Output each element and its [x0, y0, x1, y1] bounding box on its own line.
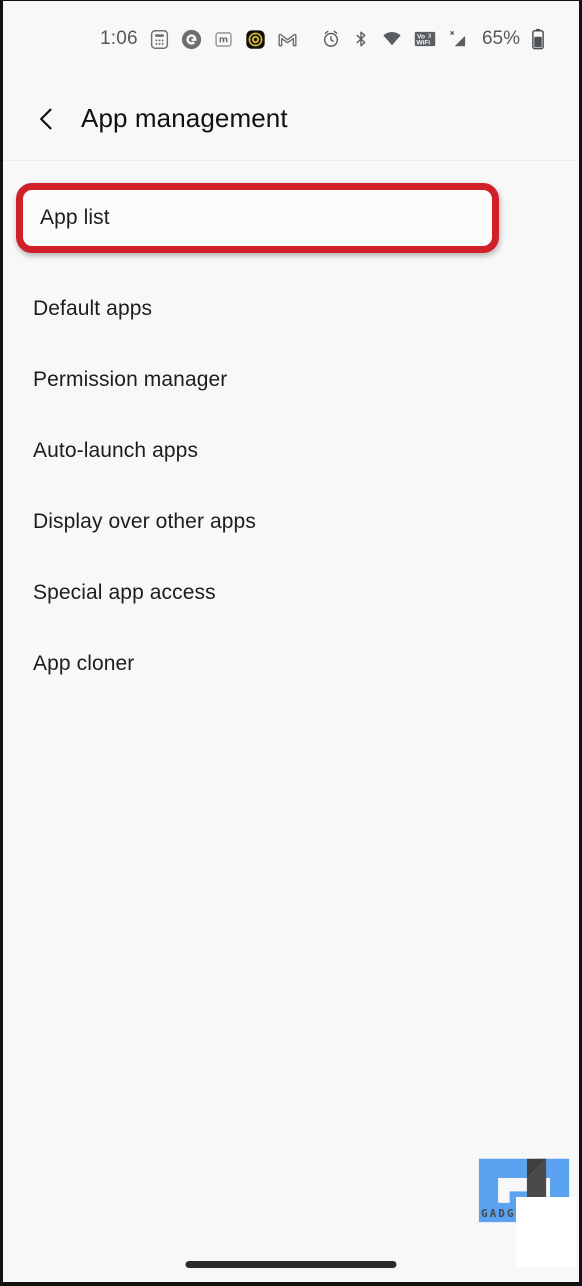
battery-icon: [531, 28, 545, 50]
list-item-label: Special app access: [33, 580, 216, 604]
list-item-display-over-other-apps[interactable]: Display over other apps: [3, 486, 579, 557]
alarm-icon: [321, 29, 341, 49]
wifi-icon: [381, 29, 403, 49]
status-bar: 1:06 Vo)) WiFi 65%: [3, 1, 579, 77]
list-item-app-list[interactable]: App list: [16, 183, 499, 253]
list-item-auto-launch-apps[interactable]: Auto-launch apps: [3, 415, 579, 486]
app-bar: App management: [3, 77, 579, 161]
dialpad-icon: [149, 29, 170, 50]
status-bar-right: Vo )) WiFi 65%: [321, 28, 545, 50]
list-item-label: Display over other apps: [33, 509, 256, 533]
page-title: App management: [81, 103, 288, 133]
battery-percent-label: 65%: [481, 28, 520, 49]
mastodon-icon: [213, 29, 234, 50]
cellular-signal-icon: [447, 29, 469, 49]
phone-screen: 1:06 Vo)) WiFi 65% App management App l…: [0, 0, 582, 1286]
list-item-label: App cloner: [33, 651, 135, 675]
settings-list-rest: Default apps Permission manager Auto-lau…: [3, 273, 579, 699]
watermark-label: GADG: [481, 1207, 516, 1220]
list-item-label: App list: [40, 206, 110, 229]
back-button[interactable]: [19, 91, 75, 147]
list-item-label: Permission manager: [33, 367, 228, 391]
chevron-left-icon: [40, 108, 52, 129]
status-bar-clock: 1:06: [100, 28, 138, 49]
list-item-default-apps[interactable]: Default apps: [3, 273, 579, 344]
gmail-icon: [277, 29, 298, 50]
gold-app-icon: [245, 29, 266, 50]
list-item-label: Default apps: [33, 296, 153, 320]
svg-text:WiFi: WiFi: [416, 40, 430, 47]
list-item-label: Auto-launch apps: [33, 438, 199, 462]
list-item-permission-manager[interactable]: Permission manager: [3, 344, 579, 415]
settings-list: App list Default apps Permission manager…: [3, 162, 579, 699]
list-item-special-app-access[interactable]: Special app access: [3, 557, 579, 628]
bluetooth-icon: [352, 29, 370, 49]
google-icon: [181, 29, 202, 50]
vowifi-icon: Vo )) WiFi: [414, 29, 436, 49]
status-bar-left: 1:06: [100, 28, 298, 50]
list-item-app-cloner[interactable]: App cloner: [3, 628, 579, 699]
home-indicator[interactable]: [185, 1261, 397, 1268]
watermark-occluder: [516, 1197, 576, 1267]
